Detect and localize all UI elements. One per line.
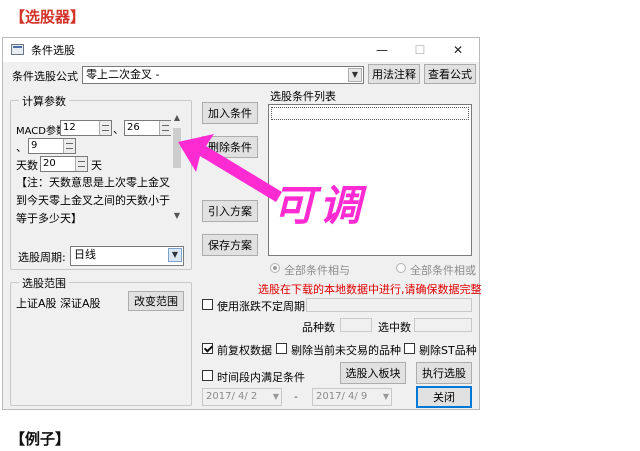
conditions-list-label: 选股条件列表 [270, 90, 336, 103]
macd-sep-1: 、 [113, 123, 124, 136]
macd-param-1-value: 12 [63, 122, 76, 133]
scroll-down-icon[interactable]: ▼ [171, 210, 183, 222]
macd-param-1[interactable]: 12 [60, 120, 112, 136]
radio-all-or-label: 全部条件相或 [410, 264, 476, 277]
days-label: 天数 [16, 159, 38, 172]
run-selection-button[interactable]: 执行选股 [416, 362, 472, 384]
days-unit: 天 [91, 159, 102, 172]
annotation-arrow-icon [178, 134, 282, 202]
list-focus-row [271, 107, 469, 120]
macd-param-3[interactable]: 9 [28, 138, 76, 154]
spin-icon[interactable] [63, 139, 75, 153]
to-block-button[interactable]: 选股入板块 [340, 362, 406, 384]
radio-all-and-label: 全部条件相与 [284, 264, 350, 277]
maximize-button[interactable]: ☐ [403, 38, 437, 62]
period-label: 选股周期: [18, 251, 66, 264]
date-from-picker[interactable]: 2017/ 4/ 2 ▼ [202, 388, 282, 406]
forward-adjust-checkbox[interactable] [202, 343, 213, 354]
range-markets: 上证A股 深证A股 [16, 297, 101, 310]
window-title: 条件选股 [31, 44, 75, 57]
exclude-untraded-checkbox[interactable] [276, 343, 287, 354]
range-legend: 选股范围 [19, 275, 69, 291]
radio-all-and[interactable] [270, 263, 280, 273]
days-value: 20 [43, 158, 56, 169]
change-range-button[interactable]: 改变范围 [128, 291, 184, 311]
count-field [340, 318, 372, 332]
heading-stock-picker: 【选股器】 [10, 8, 86, 26]
macd-sep-2: 、 [16, 141, 27, 154]
minimize-button[interactable]: — [365, 38, 399, 62]
forward-adjust-label: 前复权数据 [217, 344, 272, 357]
spin-icon[interactable] [99, 121, 111, 135]
title-bar: 条件选股 — ☐ ✕ [3, 38, 479, 62]
days-note: 【注：天数意思是上次零上金叉到今天零上金叉之间的天数小于等于多少天】 [16, 176, 170, 225]
view-formula-button[interactable]: 查看公式 [424, 64, 476, 84]
period-select-value: 日线 [74, 248, 96, 261]
close-window-button[interactable]: ✕ [441, 38, 475, 62]
close-button[interactable]: 关闭 [416, 386, 472, 408]
exclude-st-label: 剔除ST品种 [419, 344, 477, 357]
time-range-label: 时间段内满足条件 [217, 371, 305, 384]
spin-icon[interactable] [75, 157, 87, 171]
chevron-down-icon: ▼ [272, 392, 279, 401]
annotation-arrow-shape [178, 134, 282, 202]
macd-param-3-value: 9 [31, 140, 38, 151]
radio-all-or[interactable] [396, 263, 406, 273]
save-plan-button[interactable]: 保存方案 [202, 234, 258, 256]
app-icon [11, 44, 24, 55]
date-to-picker[interactable]: 2017/ 4/ 9 ▼ [312, 388, 392, 406]
macd-label: MACD参数 [16, 126, 66, 137]
selected-count-label: 选中数 [378, 321, 411, 334]
chevron-down-icon: ▼ [382, 392, 389, 401]
params-legend: 计算参数 [19, 93, 69, 109]
days-input[interactable]: 20 [40, 156, 88, 172]
uncertain-period-checkbox[interactable] [202, 299, 213, 310]
chevron-down-icon: ▼ [348, 68, 362, 82]
count-label: 品种数 [302, 321, 335, 334]
heading-example: 【例子】 [10, 430, 71, 448]
uncertain-period-label: 使用涨跌不定周期 [217, 300, 305, 313]
data-warning: 选股在下载的本地数据中进行,请确保数据完整 [258, 283, 482, 296]
date-separator: - [294, 390, 298, 403]
chevron-down-icon: ▼ [168, 248, 182, 262]
uncertain-period-field[interactable] [306, 298, 472, 312]
annotation-text: 可调 [273, 181, 366, 230]
exclude-untraded-label: 剔除当前未交易的品种 [291, 344, 401, 357]
macd-param-2-value: 26 [127, 122, 140, 133]
formula-select-value: 零上二次金叉 - [86, 68, 160, 81]
formula-label: 条件选股公式 [12, 70, 78, 83]
date-to-value: 2017/ 4/ 9 [316, 391, 368, 402]
exclude-st-checkbox[interactable] [404, 343, 415, 354]
date-from-value: 2017/ 4/ 2 [206, 391, 258, 402]
formula-select[interactable]: 零上二次金叉 - ▼ [82, 66, 364, 84]
time-range-checkbox[interactable] [202, 370, 213, 381]
selected-count-field [414, 318, 472, 332]
usage-notes-button[interactable]: 用法注释 [368, 64, 420, 84]
macd-param-2[interactable]: 26 [124, 120, 172, 136]
period-select[interactable]: 日线 ▼ [70, 246, 184, 266]
